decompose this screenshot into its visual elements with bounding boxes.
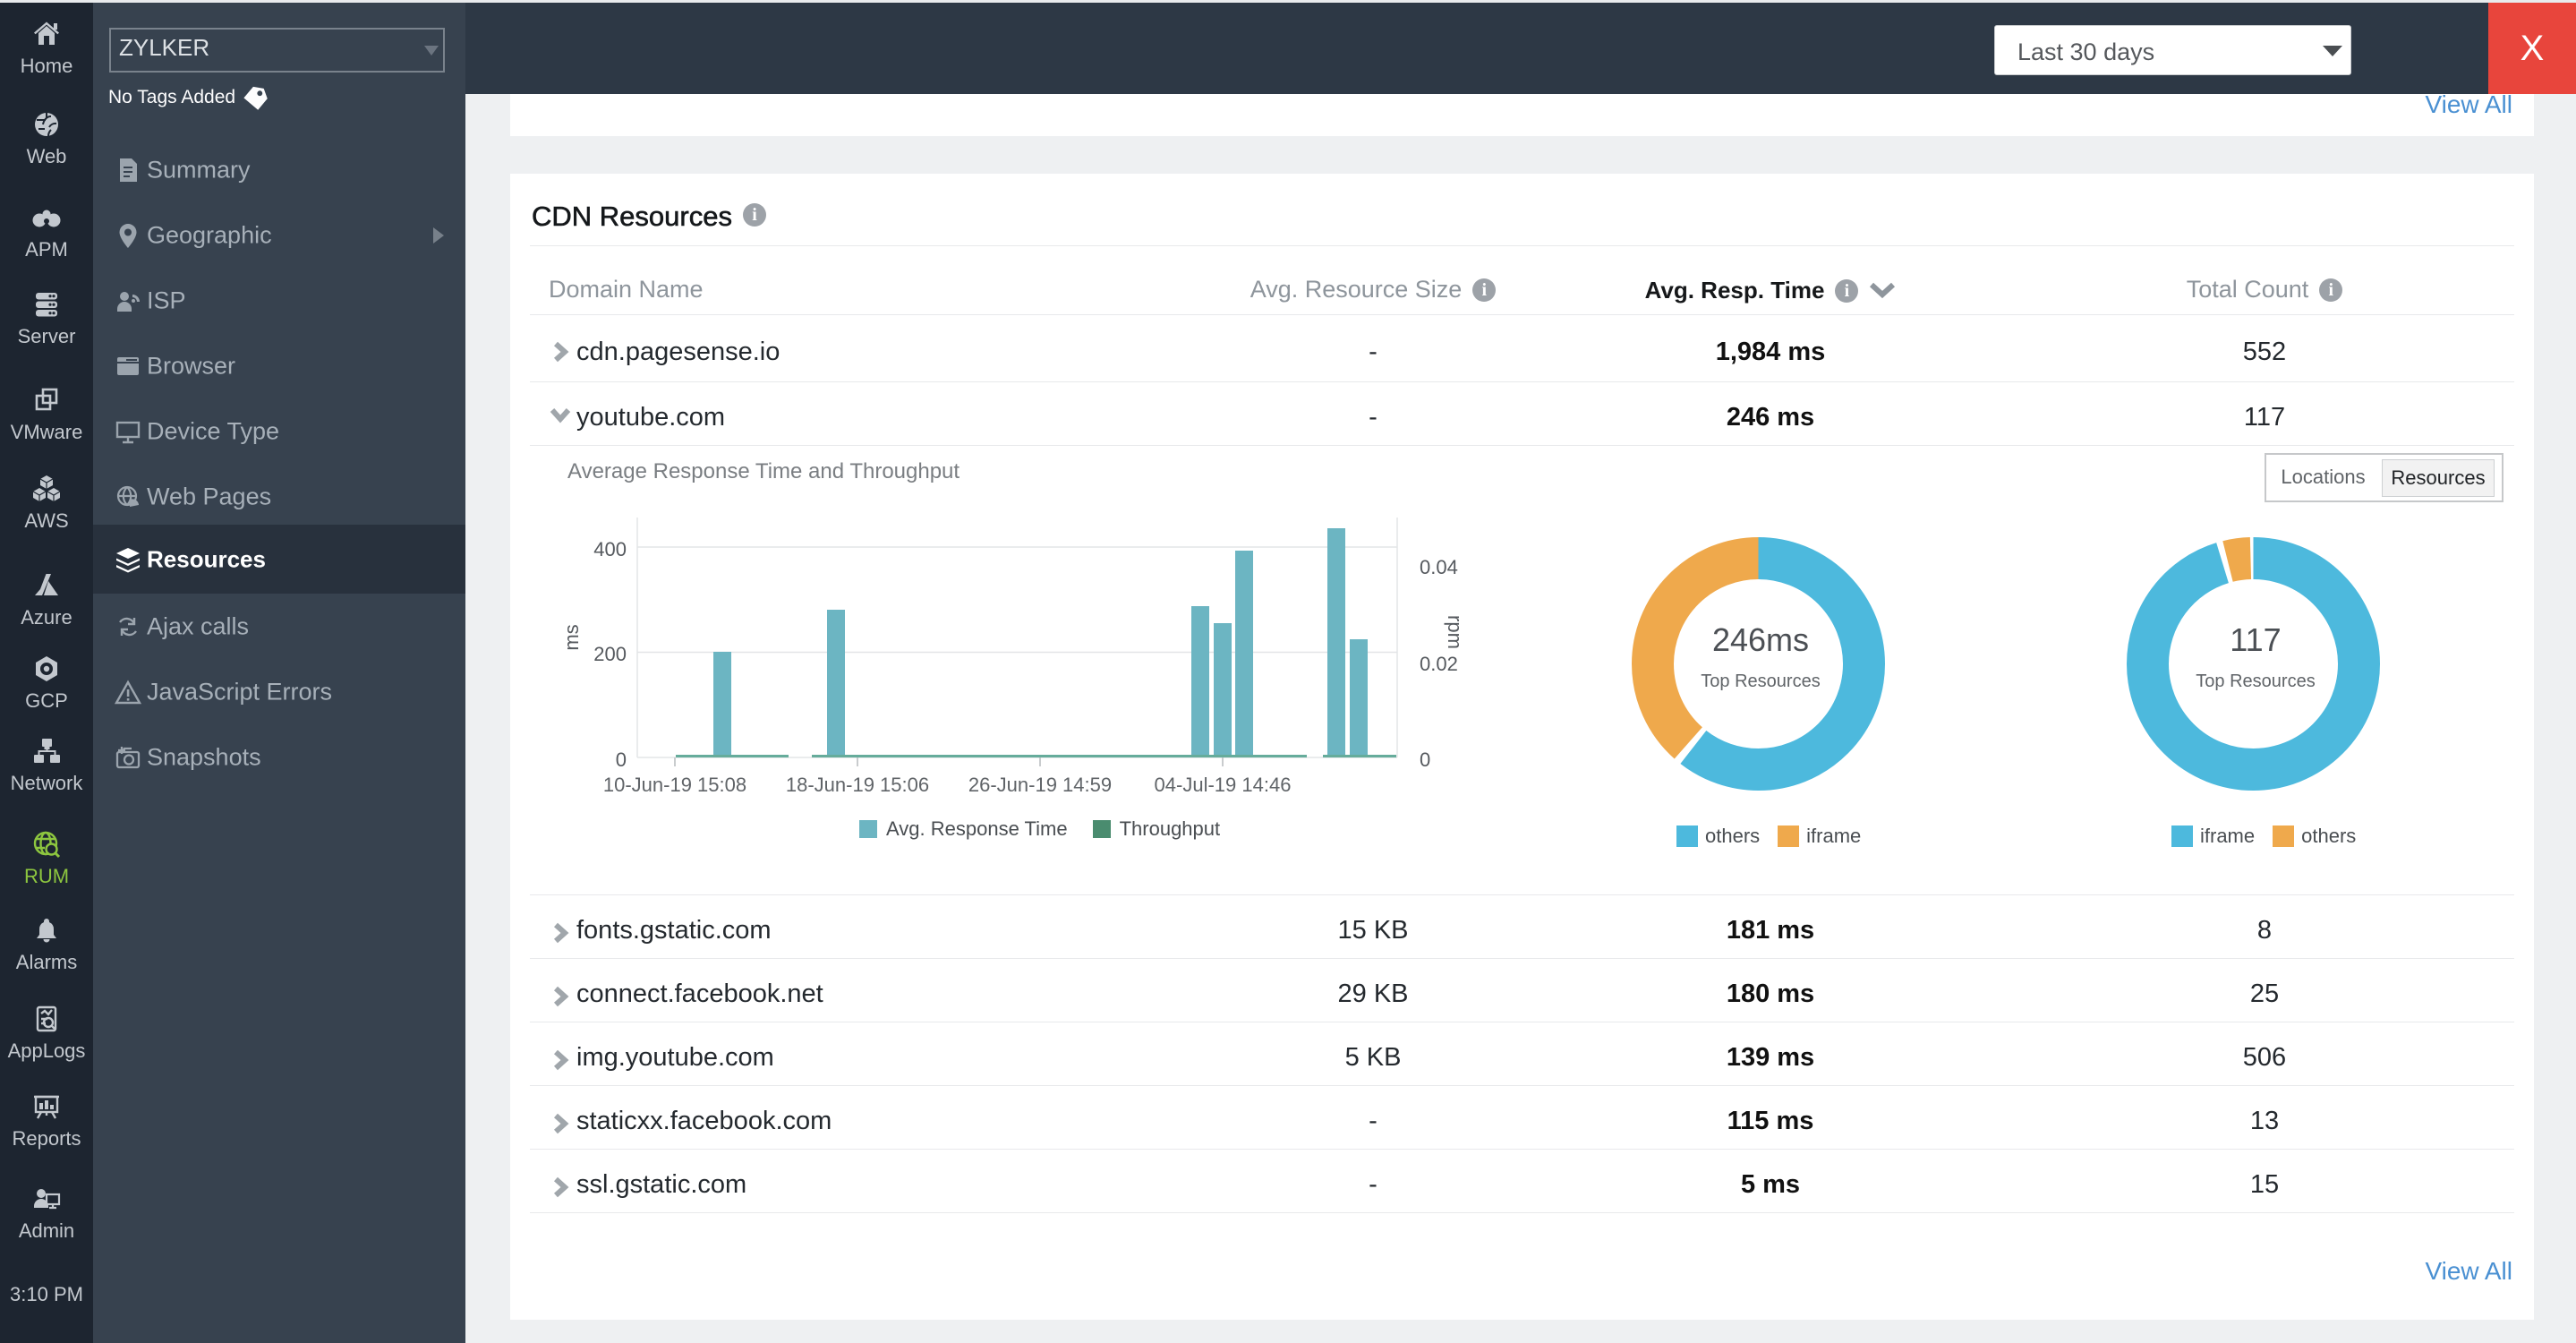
svg-text:117: 117 — [2230, 621, 2281, 658]
svg-text:400: 400 — [593, 538, 627, 560]
svg-text:Top Resources: Top Resources — [2196, 672, 2315, 691]
svg-text:200: 200 — [593, 643, 627, 665]
svg-text:ms: ms — [560, 624, 583, 650]
svg-text:0.02: 0.02 — [1420, 653, 1458, 675]
svg-text:Top Resources: Top Resources — [1701, 672, 1820, 691]
svg-text:18-Jun-19 15:06: 18-Jun-19 15:06 — [786, 774, 929, 796]
svg-text:26-Jun-19 14:59: 26-Jun-19 14:59 — [968, 774, 1112, 796]
svg-text:0: 0 — [1420, 748, 1430, 771]
svg-text:04-Jul-19 14:46: 04-Jul-19 14:46 — [1155, 774, 1292, 796]
svg-text:0.04: 0.04 — [1420, 556, 1458, 578]
svg-text:246ms: 246ms — [1712, 621, 1809, 658]
svg-text:rpm: rpm — [1444, 615, 1466, 649]
svg-text:10-Jun-19 15:08: 10-Jun-19 15:08 — [603, 774, 746, 796]
svg-text:0: 0 — [616, 748, 627, 771]
